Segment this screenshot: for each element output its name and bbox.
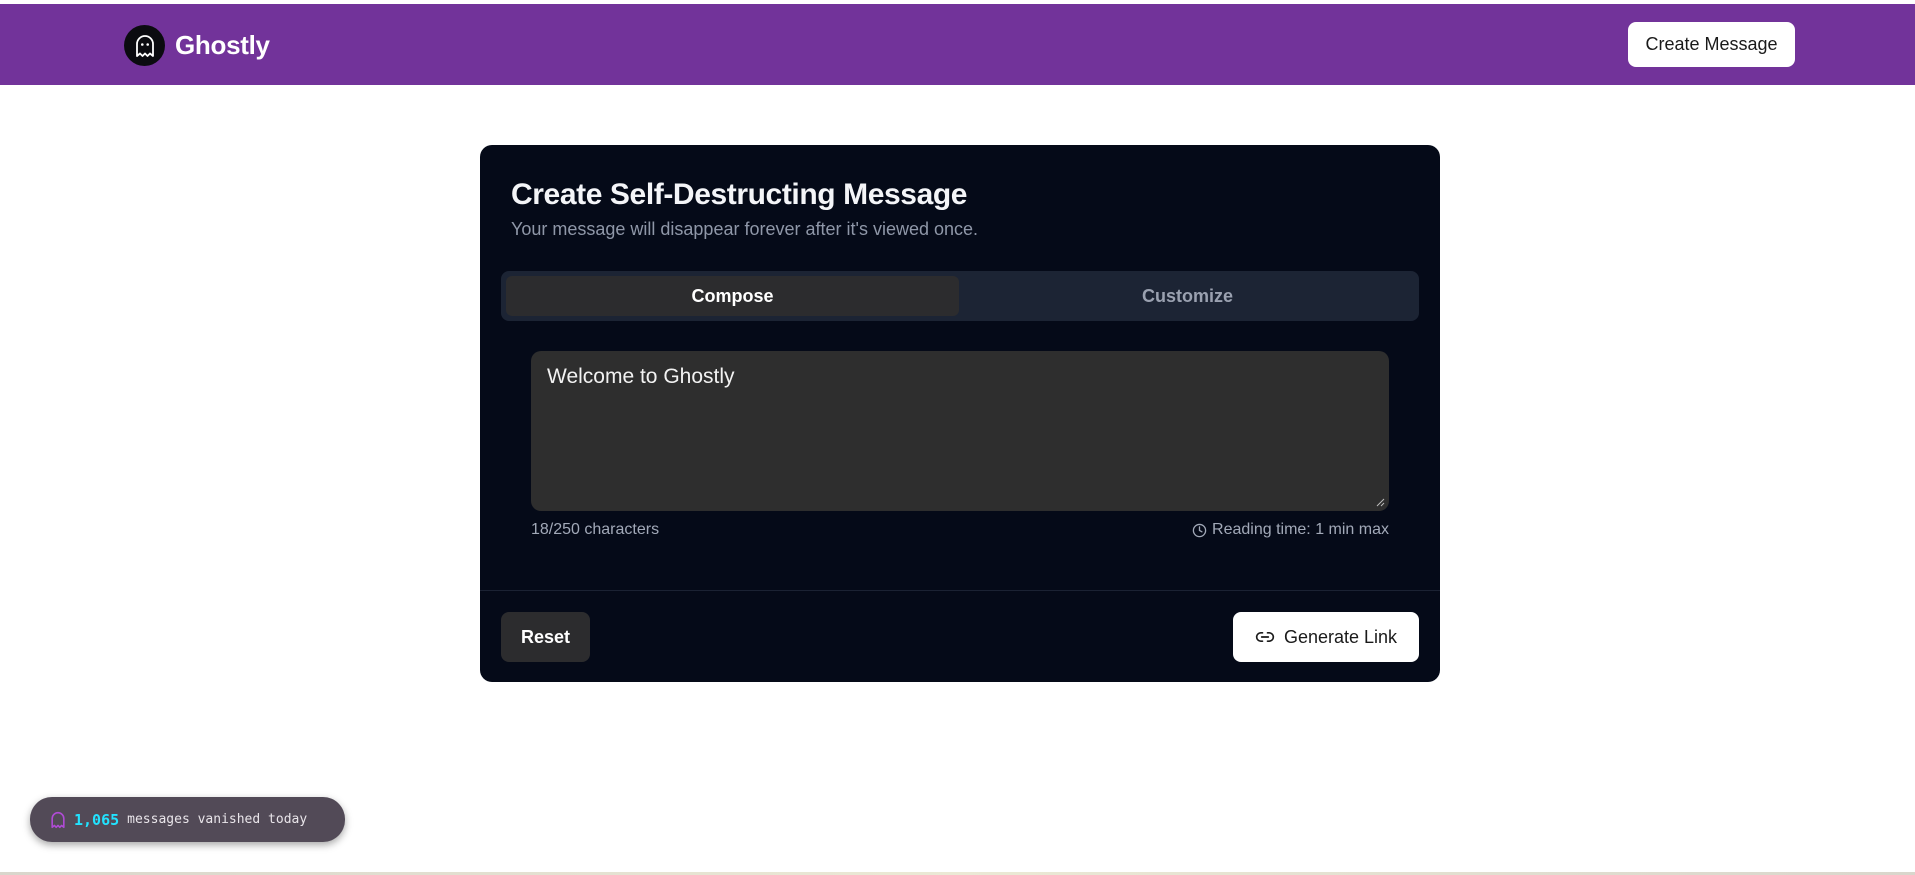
vanished-count: 1,065: [74, 810, 120, 829]
generate-link-button[interactable]: Generate Link: [1233, 612, 1419, 662]
create-message-card: Create Self-Destructing Message Your mes…: [480, 145, 1440, 682]
ghost-icon: [51, 811, 65, 828]
generate-link-label: Generate Link: [1283, 626, 1398, 647]
brand[interactable]: Ghostly: [124, 25, 270, 66]
link-icon: [1255, 632, 1275, 642]
card-title: Create Self-Destructing Message: [511, 178, 968, 211]
brand-name: Ghostly: [175, 30, 270, 60]
card-divider: [480, 590, 1440, 591]
create-message-button[interactable]: Create Message: [1628, 22, 1795, 67]
reading-time: Reading time: 1 min max: [1192, 521, 1389, 539]
vanished-label: messages vanished today: [127, 812, 308, 827]
resize-handle-icon[interactable]: [1375, 497, 1385, 507]
clock-icon: [1192, 523, 1207, 537]
tab-compose[interactable]: Compose: [506, 276, 959, 316]
tab-list: Compose Customize: [501, 271, 1419, 321]
card-subtitle: Your message will disappear forever afte…: [511, 219, 979, 239]
reset-button[interactable]: Reset: [501, 612, 590, 662]
top-navbar: Ghostly Create Message: [0, 4, 1915, 85]
reading-time-label: Reading time: 1 min max: [1212, 521, 1389, 538]
message-input[interactable]: Welcome to Ghostly: [531, 351, 1389, 511]
vanished-stats-badge: 1,065 messages vanished today: [30, 797, 345, 842]
character-count: 18/250 characters: [531, 521, 660, 538]
ghost-icon: [124, 25, 165, 66]
tab-customize[interactable]: Customize: [961, 276, 1414, 316]
